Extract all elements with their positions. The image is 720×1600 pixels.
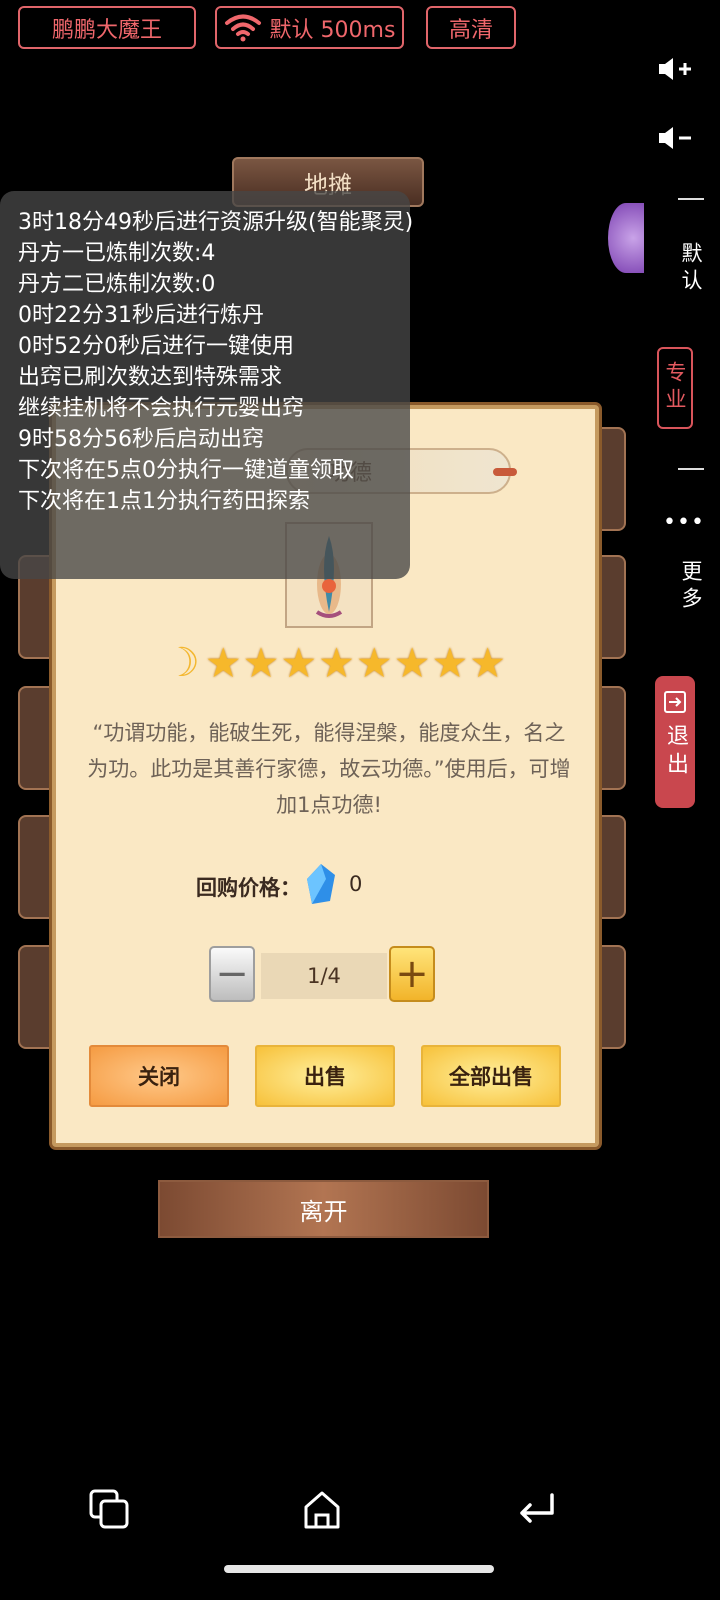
side-divider	[678, 198, 704, 200]
star-icon: ★	[204, 638, 242, 687]
quality-label: 高清	[448, 17, 493, 43]
log-line: 0时52分0秒后进行一键使用	[18, 334, 294, 359]
decrease-quantity-button[interactable]: −	[209, 946, 255, 1002]
gem-icon	[307, 864, 335, 904]
quality-button[interactable]: 高清	[426, 6, 516, 49]
pro-mode-label: 专业	[663, 361, 687, 415]
sell-all-button[interactable]: 全部出售	[421, 1045, 561, 1107]
leave-button[interactable]: 离开	[158, 1180, 489, 1238]
exit-button[interactable]: 退出	[655, 676, 695, 808]
star-icon: ★	[355, 638, 393, 687]
log-line: 3时18分49秒后进行资源升级(智能聚灵)	[18, 210, 414, 235]
star-rating: ☽ ★ ★ ★ ★ ★ ★ ★ ★	[164, 638, 506, 688]
side-divider	[678, 468, 704, 470]
log-line: 继续挂机将不会执行元婴出窍	[18, 396, 305, 421]
volume-up-icon[interactable]	[657, 56, 693, 82]
log-line: 0时22分31秒后进行炼丹	[18, 303, 264, 328]
more-button[interactable]: 更多	[666, 560, 706, 614]
star-icon: ★	[280, 638, 318, 687]
log-line: 丹方二已炼制次数:0	[18, 272, 216, 297]
back-icon[interactable]	[514, 1487, 558, 1531]
log-line: 出窍已刷次数达到特殊需求	[18, 365, 283, 390]
star-icon: ★	[431, 638, 469, 687]
log-line: 9时58分56秒后启动出窍	[18, 427, 264, 452]
star-icon: ★	[393, 638, 431, 687]
log-line: 下次将在5点0分执行一键道童领取	[18, 458, 354, 483]
star-icon: ★	[318, 638, 355, 687]
star-icon: ★	[469, 638, 506, 687]
quantity-display: 1/4	[261, 953, 387, 999]
increase-quantity-button[interactable]: +	[389, 946, 435, 1002]
buyback-price-label: 回购价格：	[196, 876, 301, 900]
wifi-icon	[224, 14, 261, 41]
log-line: 下次将在1点1分执行药田探索	[18, 489, 310, 514]
pro-mode-button[interactable]: 专业	[657, 347, 693, 429]
buyback-price-value: 0	[349, 872, 363, 896]
tab-ornament-icon	[493, 468, 517, 476]
account-name: 鹏鹏大魔王	[51, 17, 162, 43]
log-line: 丹方一已炼制次数:4	[18, 241, 216, 266]
pet-icon[interactable]	[608, 203, 644, 273]
auto-task-log: 3时18分49秒后进行资源升级(智能聚灵) 丹方一已炼制次数:4 丹方二已炼制次数:…	[0, 191, 414, 579]
moon-icon: ☽	[164, 640, 200, 686]
account-name-badge[interactable]: 鹏鹏大魔王	[18, 6, 196, 49]
close-button[interactable]: 关闭	[89, 1045, 229, 1107]
more-dots-icon[interactable]: •••	[663, 510, 705, 535]
recent-apps-icon[interactable]	[87, 1487, 131, 1531]
star-icon: ★	[242, 638, 280, 687]
gesture-bar[interactable]	[224, 1565, 494, 1573]
home-icon[interactable]	[300, 1487, 344, 1531]
exit-label: 退出	[663, 724, 688, 780]
exit-icon	[664, 691, 686, 713]
default-mode-button[interactable]: 默认	[666, 242, 706, 296]
sell-button[interactable]: 出售	[255, 1045, 395, 1107]
volume-down-icon[interactable]	[657, 125, 693, 151]
network-latency-button[interactable]: 默认 500ms	[215, 6, 404, 49]
network-label: 默认 500ms	[269, 17, 396, 43]
item-description: “功谓功能，能破生死，能得涅槃，能度众生，名之为功。此功是其善行家德，故云功德。…	[87, 721, 571, 817]
